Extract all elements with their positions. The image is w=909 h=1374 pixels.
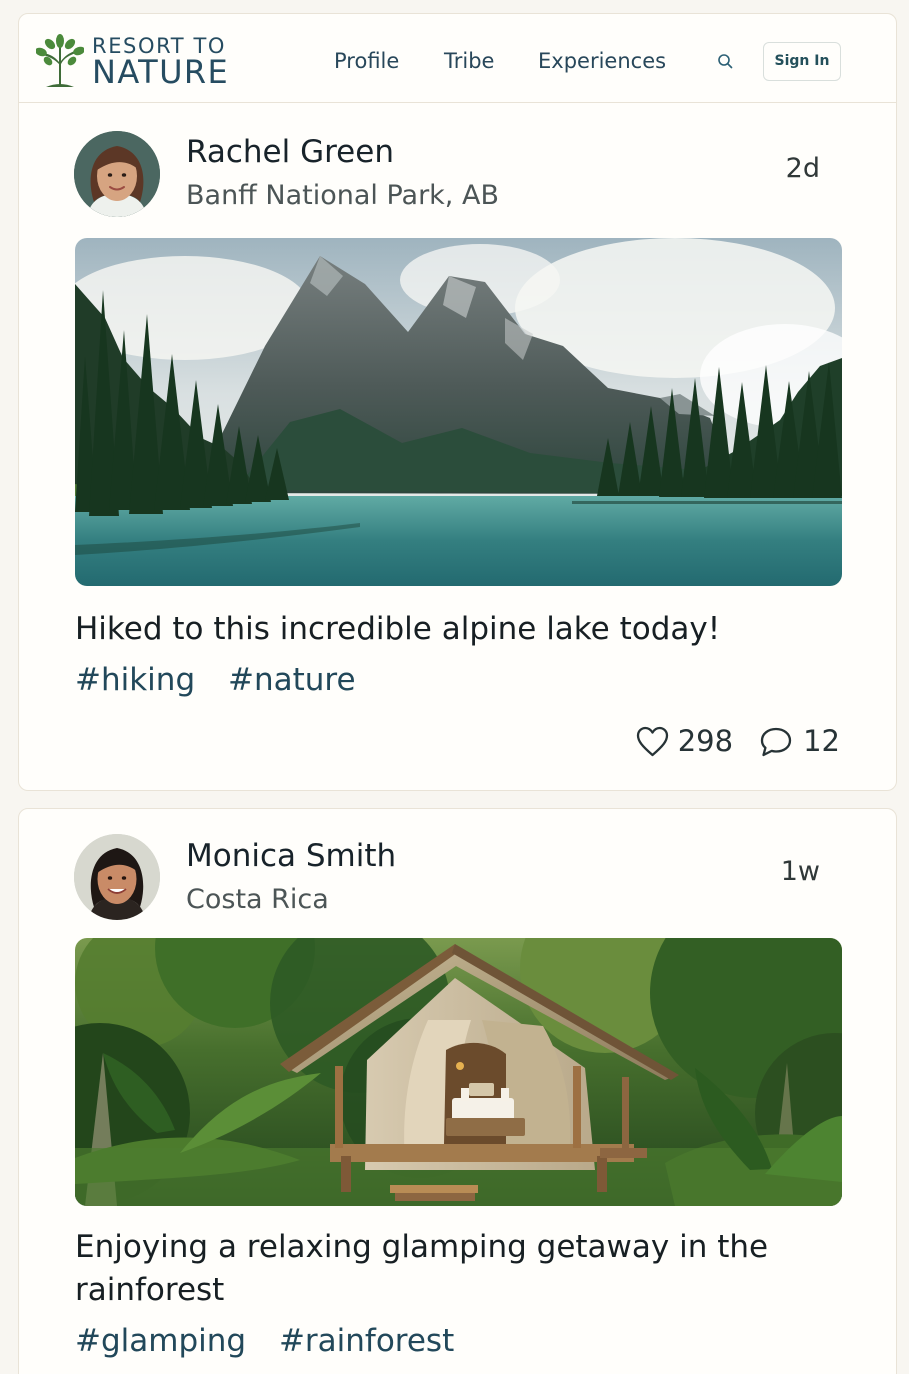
social-feed-page: RESORT TO NATURE Profile Tribe Experienc… bbox=[0, 0, 909, 1374]
post-location: Costa Rica bbox=[186, 884, 329, 915]
top-navigation: RESORT TO NATURE Profile Tribe Experienc… bbox=[18, 13, 897, 103]
author-avatar[interactable] bbox=[74, 834, 160, 920]
tree-icon bbox=[36, 34, 84, 87]
rainforest-glamping-illustration bbox=[75, 938, 842, 1206]
post-hashtags: #hiking #nature bbox=[75, 662, 379, 698]
author-name[interactable]: Monica Smith bbox=[186, 838, 396, 874]
sign-in-button[interactable]: Sign In bbox=[763, 42, 841, 81]
post-timestamp: 1w bbox=[780, 856, 820, 887]
comment-icon bbox=[760, 727, 792, 756]
brand-name-bottom: NATURE bbox=[92, 53, 230, 91]
post-timestamp: 2d bbox=[785, 153, 820, 184]
search-icon[interactable] bbox=[717, 53, 734, 70]
post-hashtags: #glamping #rainforest bbox=[75, 1323, 477, 1359]
feed-post-card: Monica Smith Costa Rica 1w Enjoying a re… bbox=[18, 808, 897, 1374]
post-photo[interactable] bbox=[75, 238, 842, 586]
post-engagement: 298 12 bbox=[636, 723, 840, 759]
like-count: 298 bbox=[677, 724, 734, 758]
like-button[interactable]: 298 bbox=[636, 724, 733, 758]
hashtag-link[interactable]: #hiking bbox=[75, 662, 195, 698]
post-photo[interactable] bbox=[75, 938, 842, 1206]
nav-experiences-link[interactable]: Experiences bbox=[538, 49, 666, 73]
brand-logo[interactable]: RESORT TO NATURE bbox=[36, 33, 246, 91]
woman-avatar-icon bbox=[74, 834, 160, 920]
comment-count: 12 bbox=[803, 724, 840, 758]
alpine-lake-illustration bbox=[75, 238, 842, 586]
hashtag-link[interactable]: #nature bbox=[228, 662, 356, 698]
post-location: Banff National Park, AB bbox=[186, 180, 499, 211]
post-caption: Hiked to this incredible alpine lake tod… bbox=[75, 611, 721, 647]
nav-profile-link[interactable]: Profile bbox=[334, 49, 399, 73]
post-caption: Enjoying a relaxing glamping getaway in … bbox=[75, 1229, 769, 1308]
brand-wordmark: RESORT TO NATURE bbox=[92, 33, 230, 91]
comment-button[interactable]: 12 bbox=[759, 724, 840, 758]
nav-tribe-link[interactable]: Tribe bbox=[444, 49, 494, 73]
feed-post-card: Rachel Green Banff National Park, AB 2d bbox=[18, 103, 897, 791]
hashtag-link[interactable]: #glamping bbox=[75, 1323, 246, 1359]
heart-icon bbox=[636, 726, 668, 756]
woman-avatar-icon bbox=[74, 131, 160, 217]
author-avatar[interactable] bbox=[74, 131, 160, 217]
hashtag-link[interactable]: #rainforest bbox=[279, 1323, 454, 1359]
author-name[interactable]: Rachel Green bbox=[186, 134, 394, 170]
